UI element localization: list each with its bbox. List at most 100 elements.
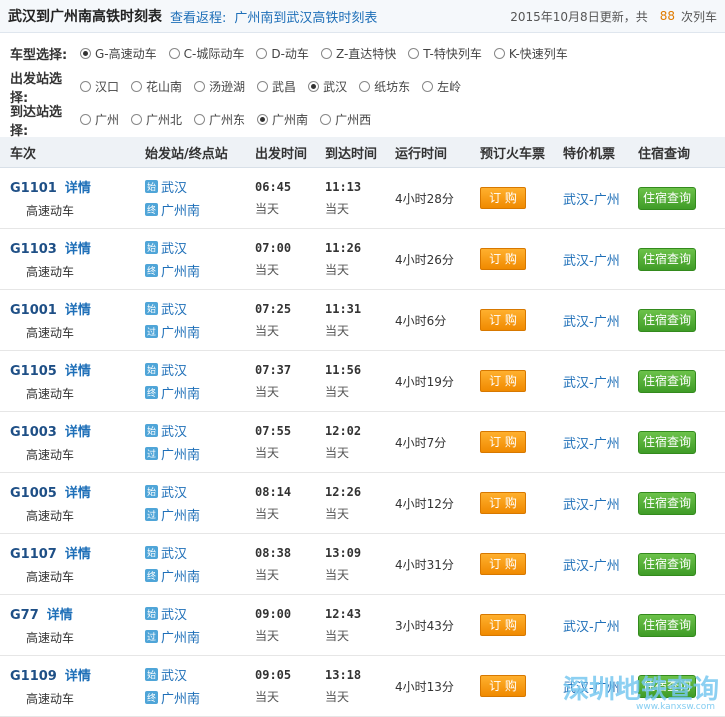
fare-link[interactable]: 武汉-广州 (563, 376, 620, 391)
book-button[interactable]: 订 购 (480, 248, 526, 270)
train-number[interactable]: G1103 (10, 242, 57, 257)
radio-button[interactable] (194, 114, 206, 125)
radio-button[interactable] (131, 81, 143, 92)
arrive-station-option[interactable]: 广州东 (194, 111, 245, 128)
depart-station-option[interactable]: 汤逊湖 (194, 78, 245, 95)
train-number[interactable]: G1005 (10, 486, 57, 501)
radio-button[interactable] (359, 81, 371, 92)
train-number[interactable]: G1107 (10, 547, 57, 562)
train-number[interactable]: G1001 (10, 303, 57, 318)
train-number[interactable]: G1003 (10, 425, 57, 440)
hotel-button[interactable]: 住宿查询 (638, 491, 696, 515)
depart-station-option[interactable]: 花山南 (131, 78, 182, 95)
train-type-option[interactable]: T-特快列车 (408, 45, 482, 62)
origin-station[interactable]: 武汉 (161, 177, 187, 196)
return-route-link[interactable]: 广州南到武汉高铁时刻表 (234, 7, 377, 26)
detail-link[interactable]: 详情 (65, 547, 91, 562)
fare-link[interactable]: 武汉-广州 (563, 498, 620, 513)
hotel-button[interactable]: 住宿查询 (638, 247, 696, 271)
origin-station[interactable]: 武汉 (161, 543, 187, 562)
fare-link[interactable]: 武汉-广州 (563, 437, 620, 452)
detail-link[interactable]: 详情 (65, 303, 91, 318)
option-label: Z-直达特快 (335, 47, 397, 61)
train-number[interactable]: G1101 (10, 181, 57, 196)
book-button[interactable]: 订 购 (480, 370, 526, 392)
depart-station-option[interactable]: 汉口 (80, 78, 119, 95)
origin-station[interactable]: 武汉 (161, 421, 187, 440)
origin-station[interactable]: 武汉 (161, 665, 187, 684)
train-number[interactable]: G1105 (10, 364, 57, 379)
train-type-option[interactable]: G-高速动车 (80, 45, 157, 62)
book-button[interactable]: 订 购 (480, 553, 526, 575)
radio-button[interactable] (320, 48, 332, 59)
radio-button[interactable] (308, 81, 320, 92)
return-link-label[interactable]: 查看返程: (170, 7, 226, 26)
train-number[interactable]: G77 (10, 608, 39, 623)
radio-button[interactable] (422, 81, 434, 92)
arrive-station-option[interactable]: 广州 (80, 111, 119, 128)
detail-link[interactable]: 详情 (65, 486, 91, 501)
book-button[interactable]: 订 购 (480, 431, 526, 453)
destination-station[interactable]: 广州南 (161, 383, 200, 402)
book-button[interactable]: 订 购 (480, 492, 526, 514)
train-type-option[interactable]: K-快速列车 (493, 45, 568, 62)
destination-station[interactable]: 广州南 (161, 566, 200, 585)
book-button[interactable]: 订 购 (480, 614, 526, 636)
radio-button[interactable] (493, 48, 505, 59)
train-number[interactable]: G1109 (10, 669, 57, 684)
fare-link[interactable]: 武汉-广州 (563, 254, 620, 269)
radio-button[interactable] (131, 114, 143, 125)
book-button[interactable]: 订 购 (480, 187, 526, 209)
hotel-button[interactable]: 住宿查询 (638, 369, 696, 393)
depart-station-option[interactable]: 纸坊东 (359, 78, 410, 95)
destination-station[interactable]: 广州南 (161, 688, 200, 707)
radio-button[interactable] (257, 81, 269, 92)
train-type-option[interactable]: D-动车 (256, 45, 309, 62)
fare-link[interactable]: 武汉-广州 (563, 559, 620, 574)
detail-link[interactable]: 详情 (65, 181, 91, 196)
destination-station[interactable]: 广州南 (161, 444, 200, 463)
radio-button[interactable] (80, 81, 91, 92)
fare-link[interactable]: 武汉-广州 (563, 193, 620, 208)
hotel-button[interactable]: 住宿查询 (638, 552, 696, 576)
destination-station[interactable]: 广州南 (161, 322, 200, 341)
depart-station-option[interactable]: 武汉 (308, 78, 347, 95)
train-type-option[interactable]: Z-直达特快 (320, 45, 397, 62)
radio-button[interactable] (256, 48, 268, 59)
book-button[interactable]: 订 购 (480, 309, 526, 331)
fare-link[interactable]: 武汉-广州 (563, 315, 620, 330)
origin-station[interactable]: 武汉 (161, 360, 187, 379)
train-type-option[interactable]: C-城际动车 (168, 45, 244, 62)
detail-link[interactable]: 详情 (65, 425, 91, 440)
radio-button[interactable] (80, 114, 91, 125)
arrive-station-option[interactable]: 广州西 (320, 111, 371, 128)
detail-link[interactable]: 详情 (65, 364, 91, 379)
origin-station[interactable]: 武汉 (161, 604, 187, 623)
radio-button[interactable] (194, 81, 206, 92)
book-button[interactable]: 订 购 (480, 675, 526, 697)
hotel-button[interactable]: 住宿查询 (638, 430, 696, 454)
detail-link[interactable]: 详情 (47, 608, 73, 623)
destination-station[interactable]: 广州南 (161, 200, 200, 219)
destination-station[interactable]: 广州南 (161, 261, 200, 280)
hotel-button[interactable]: 住宿查询 (638, 308, 696, 332)
origin-station[interactable]: 武汉 (161, 238, 187, 257)
radio-button[interactable] (257, 114, 269, 125)
destination-station[interactable]: 广州南 (161, 627, 200, 646)
radio-button[interactable] (408, 48, 420, 59)
radio-button[interactable] (80, 48, 91, 59)
arrive-station-option[interactable]: 广州北 (131, 111, 182, 128)
radio-button[interactable] (320, 114, 332, 125)
origin-station[interactable]: 武汉 (161, 482, 187, 501)
depart-station-option[interactable]: 左岭 (422, 78, 461, 95)
detail-link[interactable]: 详情 (65, 669, 91, 684)
destination-station[interactable]: 广州南 (161, 505, 200, 524)
hotel-button[interactable]: 住宿查询 (638, 613, 696, 637)
radio-button[interactable] (168, 48, 180, 59)
fare-link[interactable]: 武汉-广州 (563, 620, 620, 635)
depart-station-option[interactable]: 武昌 (257, 78, 296, 95)
hotel-button[interactable]: 住宿查询 (638, 186, 696, 210)
arrive-station-option[interactable]: 广州南 (257, 111, 308, 128)
origin-station[interactable]: 武汉 (161, 299, 187, 318)
detail-link[interactable]: 详情 (65, 242, 91, 257)
